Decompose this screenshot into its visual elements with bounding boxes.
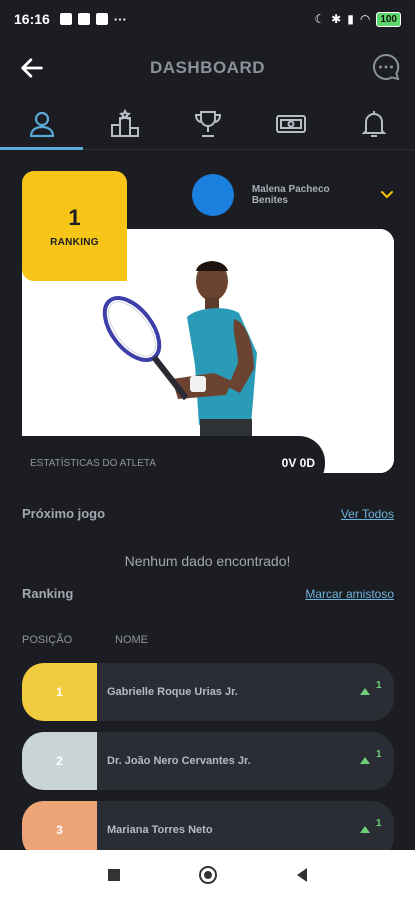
rank-card: 1 RANKING — [22, 171, 127, 281]
table-row[interactable]: 2 Dr. João Nero Cervantes Jr. 1 — [22, 732, 394, 790]
wifi-icon: ◠ — [359, 12, 371, 26]
row-change: 1 — [376, 680, 382, 691]
tab-podium[interactable] — [83, 98, 166, 149]
trend-indicator: 1 — [360, 818, 384, 842]
tab-money[interactable] — [249, 98, 332, 149]
signal-icon: ▮ — [347, 12, 354, 26]
stats-value: 0V 0D — [281, 456, 315, 470]
tab-bar — [0, 98, 415, 150]
user-icon — [29, 111, 54, 137]
tab-trophy[interactable] — [166, 98, 249, 149]
empty-state-message: Nenhum dado encontrado! — [124, 553, 291, 569]
bluetooth-icon: ✱ — [331, 12, 342, 26]
ranking-header: Ranking Marcar amistoso — [22, 586, 394, 601]
player-selector[interactable]: Malena Pacheco Benites — [192, 174, 394, 216]
next-game-title: Próximo jogo — [22, 506, 106, 521]
tab-profile[interactable] — [0, 98, 83, 150]
message-icon — [59, 13, 72, 25]
tab-notifications[interactable] — [332, 98, 415, 149]
row-position: 1 — [22, 663, 97, 721]
mail-icon — [95, 13, 108, 25]
back-arrow-icon[interactable] — [18, 54, 46, 82]
column-name: NOME — [115, 634, 148, 646]
player-name: Malena Pacheco Benites — [251, 184, 330, 206]
rank-label: RANKING — [50, 236, 99, 248]
moon-icon: ☾ — [314, 12, 326, 26]
status-time: 16:16 — [14, 11, 50, 27]
trend-indicator: 1 — [360, 680, 384, 704]
trophy-icon — [194, 110, 221, 137]
home-button[interactable] — [198, 865, 218, 885]
battery-icon: 100 — [376, 11, 401, 27]
recents-button[interactable] — [104, 865, 124, 885]
row-change: 1 — [376, 818, 382, 829]
arrow-up-icon — [360, 688, 370, 695]
stats-label: ESTATÍSTICAS DO ATLETA — [30, 457, 156, 469]
arrow-up-icon — [360, 757, 370, 764]
battery-level: 100 — [380, 13, 397, 25]
ranking-title: Ranking — [22, 586, 74, 601]
row-name: Mariana Torres Neto — [107, 824, 213, 836]
row-position: 2 — [22, 732, 97, 790]
table-row[interactable]: 1 Gabrielle Roque Urias Jr. 1 — [22, 663, 394, 721]
schedule-friendly-link[interactable]: Marcar amistoso — [305, 587, 394, 601]
arrow-up-icon — [360, 826, 370, 833]
athlete-stats-bar[interactable]: ESTATÍSTICAS DO ATLETA 0V 0D — [22, 436, 325, 490]
notification-icons: ··· — [59, 11, 127, 27]
status-bar: 16:16 ··· ☾ ✱ ▮ ◠ 100 — [0, 0, 415, 38]
row-change: 1 — [376, 749, 382, 760]
triangle-back-icon — [296, 868, 307, 882]
athlete-hero: 1 RANKING Malena Pacheco Benites ESTATÍS… — [22, 171, 394, 491]
trend-indicator: 1 — [360, 749, 384, 773]
trash-icon — [77, 13, 90, 25]
more-dots: ··· — [113, 11, 127, 27]
avatar — [192, 174, 234, 216]
podium-icon — [110, 108, 139, 137]
circle-icon — [198, 866, 217, 884]
row-name: Dr. João Nero Cervantes Jr. — [107, 755, 251, 767]
row-name: Gabrielle Roque Urias Jr. — [107, 686, 238, 698]
money-icon — [275, 114, 306, 133]
next-game-header: Próximo jogo Ver Todos — [22, 506, 394, 521]
page-title: DASHBOARD — [150, 58, 265, 77]
system-nav-bar — [0, 850, 415, 900]
see-all-link[interactable]: Ver Todos — [341, 507, 394, 521]
column-position: POSIÇÃO — [22, 634, 73, 646]
bell-icon — [361, 110, 386, 137]
rank-number: 1 — [68, 204, 81, 230]
app-bar: DASHBOARD — [0, 38, 415, 98]
chevron-down-icon[interactable] — [380, 188, 394, 202]
chat-icon[interactable] — [371, 52, 401, 82]
square-icon — [107, 869, 120, 881]
back-button[interactable] — [292, 865, 312, 885]
